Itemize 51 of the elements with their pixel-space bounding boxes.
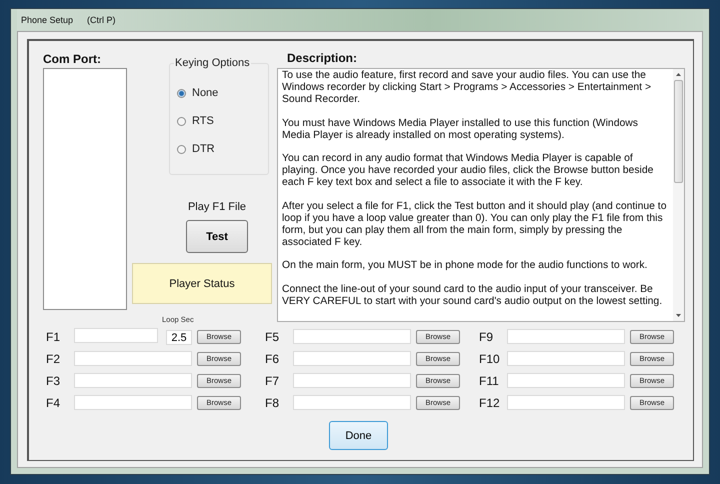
f-key-label: F2 <box>46 352 62 366</box>
description-paragraph: On the main form, you MUST be in phone mode for the audio functions to work. <box>282 260 648 272</box>
player-status: Player Status <box>132 263 272 304</box>
f-key-label: F11 <box>479 374 500 388</box>
scrollbar[interactable] <box>673 69 684 321</box>
done-button[interactable]: Done <box>329 421 388 450</box>
file-field[interactable] <box>74 328 158 342</box>
description-paragraph: You can record in any audio format that Windows Media Player is capable of playing. Once you have recorded your audio files, click the Browse button beside each F key text box and select a file to associate it with the F key. <box>282 153 654 190</box>
description-paragraph: After you select a file for F1, click the Test button and it should play (and continue to loop if you have a loop value greater than 0). You can only play the F1 file from this form, but you can play them all from the main form, simply by pressing the associated F key. <box>282 200 668 249</box>
description-label: Description: <box>287 51 358 65</box>
radio-label: DTR <box>192 143 215 155</box>
file-field[interactable] <box>293 329 411 344</box>
file-field[interactable] <box>293 351 411 366</box>
com-port-list[interactable] <box>43 68 127 310</box>
description-paragraph: Connect the line-out of your sound card to the audio input of your transceiver. Be VERY CAREFUL to start with your sound card's audio output on the lowest setting. <box>282 284 664 308</box>
file-field[interactable] <box>74 351 192 366</box>
radio-label: None <box>192 87 218 99</box>
scroll-down-icon[interactable] <box>676 314 681 317</box>
f-key-label: F8 <box>265 396 280 410</box>
file-field[interactable] <box>507 351 625 366</box>
window-title: Phone Setup <box>21 15 74 25</box>
radio-label: RTS <box>192 115 214 127</box>
f-key-label: F4 <box>46 396 62 410</box>
file-field[interactable] <box>293 373 411 388</box>
loop-sec-field[interactable]: 2.5 <box>166 330 192 345</box>
f-key-label: F1 <box>46 330 62 344</box>
file-field[interactable] <box>507 373 625 388</box>
file-field[interactable] <box>507 395 625 410</box>
f-key-label: F5 <box>265 330 280 344</box>
play-label: Play F1 File <box>188 201 246 213</box>
radio-option[interactable]: RTS <box>177 112 268 130</box>
file-field[interactable] <box>74 395 192 410</box>
f-key-label: F9 <box>479 330 494 344</box>
f-key-label: F6 <box>265 352 280 366</box>
test-button[interactable]: Test <box>186 220 248 253</box>
f-key-label: F12 <box>479 396 501 410</box>
file-field[interactable] <box>507 329 625 344</box>
radio-option[interactable]: None <box>177 84 268 102</box>
f-key-label: F7 <box>265 374 280 388</box>
group-title: Keying Options <box>174 57 251 69</box>
com-port-label: Com Port: <box>43 52 102 66</box>
radio-option[interactable]: DTR <box>177 140 268 158</box>
f-key-label: F10 <box>479 352 501 366</box>
f-key-label: F3 <box>46 374 62 388</box>
scroll-up-icon[interactable] <box>676 73 681 76</box>
scroll-thumb[interactable] <box>674 80 683 183</box>
file-field[interactable] <box>293 395 411 410</box>
window-shortcut: (Ctrl P) <box>87 15 116 25</box>
description-paragraph: To use the audio feature, first record and save your audio files. You can use the Windows recorder by clicking Start > Programs > Accessories > Entertainment > Sound Recorder. <box>282 70 652 106</box>
description-paragraph: You must have Windows Media Player installed to use this function (Windows Media Player is already installed on most operating systems). <box>282 118 639 142</box>
file-field[interactable] <box>74 373 192 388</box>
